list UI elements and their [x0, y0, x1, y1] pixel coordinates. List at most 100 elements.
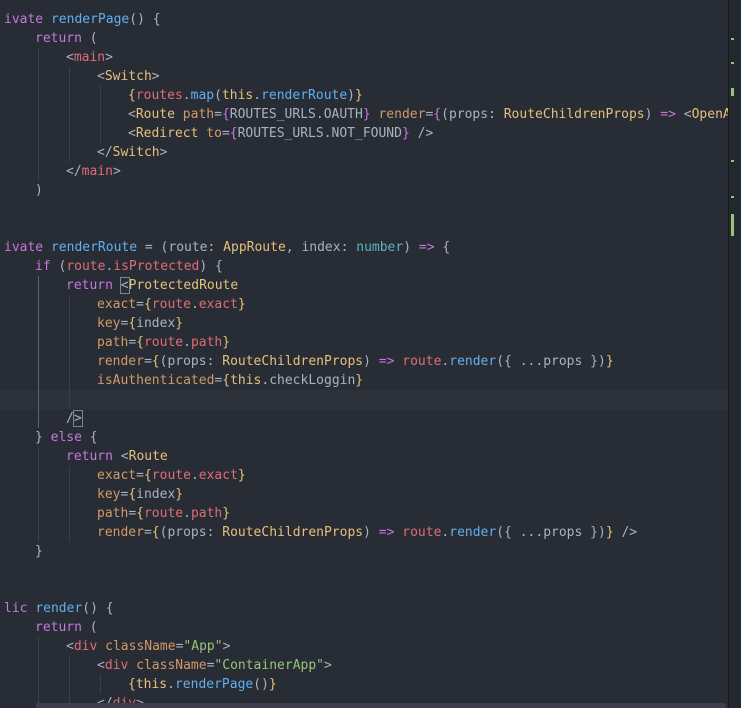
code-line[interactable]: lic render() { [0, 599, 729, 618]
code-line[interactable] [0, 580, 729, 599]
code-line[interactable]: exact={route.exact} [0, 295, 729, 314]
code-token: { [136, 335, 144, 350]
code-token: . [315, 107, 324, 122]
code-line[interactable] [0, 390, 729, 409]
code-token: : [488, 107, 504, 122]
code-token: } [401, 126, 410, 141]
code-line[interactable] [0, 219, 729, 238]
code-line[interactable]: ivate renderPage() { [0, 10, 729, 29]
code-token: renderRoute [50, 240, 138, 255]
code-token: route [143, 335, 184, 350]
scroll-marker [731, 62, 734, 64]
indent-guide [100, 675, 101, 694]
code-token: this [221, 88, 254, 103]
code-token: . [253, 88, 262, 103]
code-token: > [112, 164, 121, 179]
code-token: Switch [104, 69, 152, 84]
code-token: path [97, 506, 129, 521]
code-line-content: } else { [35, 428, 98, 447]
code-line[interactable]: <div className="ContainerApp"> [0, 656, 729, 675]
code-line[interactable]: if (route.isProtected) { [0, 257, 729, 276]
code-line[interactable]: } else { [0, 428, 729, 447]
scroll-marker [731, 196, 734, 198]
code-line[interactable]: } [0, 542, 729, 561]
code-token: return [66, 278, 113, 293]
code-token: div [104, 658, 129, 673]
scroll-marker [731, 214, 734, 236]
code-token: () [253, 677, 269, 692]
code-token: ( [81, 620, 98, 635]
code-line[interactable]: </main> [0, 162, 729, 181]
code-line[interactable]: isAuthenticated={this.checkLoggin} [0, 371, 729, 390]
code-token: render [449, 354, 497, 369]
code-token: main [73, 50, 106, 65]
code-line[interactable]: key={index} [0, 314, 729, 333]
code-token: ({ ... [496, 525, 544, 540]
code-line[interactable]: /> [0, 409, 729, 428]
code-line[interactable]: <div className="App"> [0, 637, 729, 656]
scroll-marker [731, 160, 734, 162]
code-token: number [356, 240, 404, 255]
code-token: ) [363, 525, 379, 540]
code-token: render [97, 354, 144, 369]
code-line[interactable]: ivate renderRoute = (route: AppRoute, in… [0, 238, 729, 257]
code-token: index [136, 487, 176, 502]
code-line-content: {routes.map(this.renderRoute)} [128, 86, 363, 105]
code-line[interactable]: {this.renderPage()} [0, 675, 729, 694]
code-token: . [167, 677, 175, 692]
code-line-content: render={(props: RouteChildrenProps) => r… [97, 352, 614, 371]
code-token: > [222, 639, 231, 654]
code-line-content: return <Route [66, 447, 168, 466]
code-line[interactable]: return ( [0, 618, 729, 637]
code-token: ) [363, 354, 379, 369]
code-line[interactable]: exact={route.exact} [0, 466, 729, 485]
code-token: { [434, 240, 451, 255]
code-line-content: key={index} [97, 314, 183, 333]
vertical-scrollbar[interactable] [728, 0, 741, 708]
code-line-content: exact={route.exact} [97, 466, 246, 485]
code-token: } [237, 297, 246, 312]
code-token: NOT_FOUND [331, 126, 402, 141]
code-token: = [143, 525, 152, 540]
code-token: = [143, 354, 152, 369]
code-line-content: {this.renderPage()} [128, 675, 277, 694]
code-token: Route [135, 107, 175, 122]
code-token: : [340, 240, 357, 255]
code-token: < [128, 107, 136, 122]
code-token: ) [35, 183, 43, 198]
code-token: => [378, 354, 395, 369]
code-token: "App" [183, 639, 223, 654]
code-line[interactable]: return <Route [0, 447, 729, 466]
code-token: { [128, 677, 136, 692]
code-line[interactable]: <Route path={ROUTES_URLS.OAUTH} render={… [0, 105, 741, 124]
horizontal-scrollbar[interactable] [36, 703, 726, 708]
code-token: exact [97, 468, 137, 483]
code-line[interactable]: <Redirect to={ROUTES_URLS.NOT_FOUND} /> [0, 124, 729, 143]
code-token: RouteChildrenProps [222, 354, 364, 369]
code-line[interactable] [0, 200, 729, 219]
code-line[interactable]: </Switch> [0, 143, 729, 162]
code-line[interactable]: {routes.map(this.renderRoute)} [0, 86, 729, 105]
code-line-content: return ( [35, 618, 98, 637]
code-line[interactable]: render={(props: RouteChildrenProps) => r… [0, 523, 729, 542]
code-token: /> [613, 525, 638, 540]
code-line[interactable]: path={route.path} [0, 333, 729, 352]
code-token: () { [129, 12, 161, 27]
code-token: className [136, 658, 207, 673]
code-line[interactable]: return <ProtectedRoute [0, 276, 729, 295]
code-line[interactable]: <main> [0, 48, 729, 67]
code-line[interactable] [0, 561, 729, 580]
code-token: return [35, 620, 82, 635]
code-line[interactable]: ) [0, 181, 729, 200]
scroll-marker [731, 38, 734, 40]
code-line[interactable]: return ( [0, 29, 729, 48]
code-line[interactable]: key={index} [0, 485, 729, 504]
code-line[interactable]: render={(props: RouteChildrenProps) => r… [0, 352, 729, 371]
code-editor[interactable]: ivate renderPage() {return (<main> <Switc… [0, 0, 741, 708]
code-line[interactable]: <Switch> [0, 67, 729, 86]
code-token: div [73, 639, 98, 654]
code-token: { [136, 506, 144, 521]
code-line[interactable]: path={route.path} [0, 504, 729, 523]
code-token: ( [214, 88, 222, 103]
